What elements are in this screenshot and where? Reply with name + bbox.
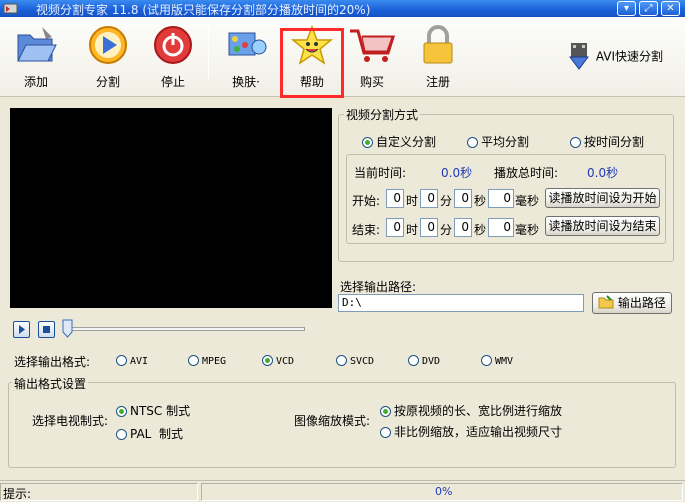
minimize-button[interactable]: ▾ <box>617 1 636 16</box>
radio-format-avi[interactable]: AVI <box>116 353 148 367</box>
stop-icon <box>43 326 50 333</box>
radio-scale-stretch[interactable]: 非比例缩放，适应输出视频尺寸 <box>380 423 562 440</box>
play-icon <box>19 325 25 334</box>
radio-format-vcd[interactable]: VCD <box>262 353 294 367</box>
end-ms-unit: 毫秒 <box>515 223 540 237</box>
video-preview <box>10 108 332 308</box>
title-bar: 视频分割专家 11.8 (试用版只能保存分割部分播放时间的20%) ▾ ⤢ ✕ <box>0 0 685 17</box>
end-second-field[interactable]: 0 <box>454 218 472 237</box>
stop-button[interactable]: 停止 <box>145 25 201 95</box>
set-end-button[interactable]: 读播放时间设为结束 <box>545 216 660 236</box>
output-path-field[interactable]: D:\ <box>338 294 584 312</box>
output-path-label: 选择输出路径: <box>340 280 417 294</box>
radio-format-wmv[interactable]: WMV <box>481 353 513 367</box>
shopping-cart-icon <box>350 29 396 62</box>
hint-label: 提示: <box>3 487 32 501</box>
end-label: 结束: <box>352 223 381 237</box>
radio-format-svcd[interactable]: SVCD <box>336 353 374 367</box>
scale-mode-label: 图像缩放模式: <box>294 414 371 428</box>
stop-playback-button[interactable] <box>38 321 55 338</box>
end-hour-field[interactable]: 0 <box>386 218 404 237</box>
start-second-unit: 秒 <box>474 194 487 208</box>
play-button[interactable] <box>13 321 30 338</box>
playback-slider-track[interactable] <box>67 327 305 331</box>
register-button[interactable]: 注册 <box>410 25 466 95</box>
help-highlight-box <box>280 28 344 98</box>
radio-time-split[interactable]: 按时间分割 <box>570 133 644 150</box>
radio-format-mpeg[interactable]: MPEG <box>188 353 226 367</box>
power-icon <box>154 26 192 64</box>
radio-format-dvd[interactable]: DVD <box>408 353 440 367</box>
radio-custom-split[interactable]: 自定义分割 <box>362 133 436 150</box>
output-path-button-label: 输出路径 <box>617 296 666 310</box>
register-label: 注册 <box>425 75 450 89</box>
current-time-value: 0.0秒 <box>441 166 473 180</box>
close-button[interactable]: ✕ <box>661 1 680 16</box>
start-ms-unit: 毫秒 <box>515 194 540 208</box>
maximize-button[interactable]: ⤢ <box>639 1 658 16</box>
set-start-button[interactable]: 读播放时间设为开始 <box>545 188 660 208</box>
total-time-value: 0.0秒 <box>587 166 619 180</box>
avi-quick-split-label: AVI快速分割 <box>595 49 664 64</box>
split-mode-title: 视频分割方式 <box>344 106 421 123</box>
stop-label: 停止 <box>160 75 185 89</box>
add-button[interactable]: 添加 <box>8 25 64 95</box>
folder-open-icon <box>17 27 57 62</box>
end-second-unit: 秒 <box>474 223 487 237</box>
radio-average-split[interactable]: 平均分割 <box>467 133 529 150</box>
start-second-field[interactable]: 0 <box>454 189 472 208</box>
total-time-label: 播放总时间: <box>494 166 559 180</box>
tv-system-label: 选择电视制式: <box>32 414 109 428</box>
palette-icon <box>228 32 267 56</box>
start-ms-field[interactable]: 0 <box>488 189 514 208</box>
folder-icon <box>598 295 614 309</box>
end-minute-field[interactable]: 0 <box>420 218 438 237</box>
start-hour-unit: 时 <box>406 194 419 208</box>
status-bar: 提示: 0% <box>0 480 685 501</box>
output-path-button[interactable]: 输出路径 <box>592 292 672 314</box>
play-circle-icon <box>89 26 127 64</box>
end-hour-unit: 时 <box>406 223 419 237</box>
progress-panel: 0% <box>201 483 683 501</box>
start-minute-field[interactable]: 0 <box>420 189 438 208</box>
start-minute-unit: 分 <box>440 194 453 208</box>
end-ms-field[interactable]: 0 <box>488 218 514 237</box>
window-title: 视频分割专家 11.8 (试用版只能保存分割部分播放时间的20%) <box>36 3 371 17</box>
end-minute-unit: 分 <box>440 223 453 237</box>
avi-quick-split-button[interactable]: AVI快速分割 <box>566 41 663 71</box>
radio-tv-pal[interactable]: PAL 制式 <box>116 425 183 442</box>
lock-icon <box>423 25 453 64</box>
split-label: 分割 <box>95 75 120 89</box>
format-settings-title: 输出格式设置 <box>12 375 89 392</box>
app-icon <box>3 3 18 14</box>
film-download-icon <box>569 43 589 70</box>
hint-panel: 提示: <box>0 483 198 501</box>
start-label: 开始: <box>352 194 381 208</box>
radio-scale-proportional[interactable]: 按原视频的长、宽比例进行缩放 <box>380 402 562 419</box>
radio-tv-ntsc[interactable]: NTSC 制式 <box>116 402 190 419</box>
start-hour-field[interactable]: 0 <box>386 189 404 208</box>
add-label: 添加 <box>23 75 48 89</box>
output-format-label: 选择输出格式: <box>14 355 91 369</box>
skin-button[interactable]: 换肤· <box>218 25 274 95</box>
buy-label: 购买 <box>359 75 384 89</box>
skin-label: 换肤· <box>232 75 260 89</box>
progress-value: 0% <box>435 485 453 498</box>
buy-button[interactable]: 购买 <box>344 25 400 95</box>
split-button[interactable]: 分割 <box>80 25 136 95</box>
current-time-label: 当前时间: <box>354 166 407 180</box>
playback-slider-thumb[interactable] <box>62 319 73 338</box>
